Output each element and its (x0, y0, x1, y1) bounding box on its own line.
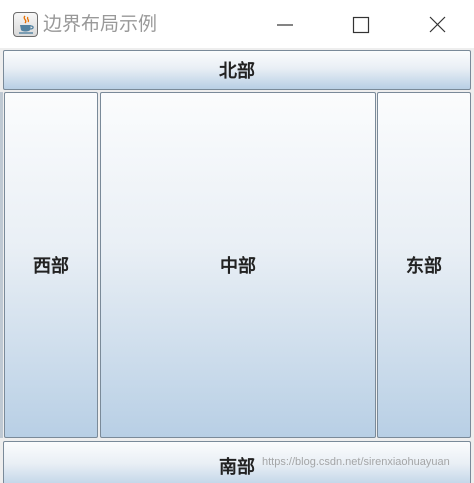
maximize-button[interactable] (333, 0, 389, 48)
maximize-icon (352, 16, 370, 34)
close-button[interactable] (409, 0, 465, 48)
center-button[interactable]: 中部 (100, 92, 376, 438)
border-layout-panel: 北部 西部 中部 东部 南部 (0, 48, 474, 483)
close-icon (429, 16, 446, 33)
minimize-icon (277, 24, 293, 26)
north-button[interactable]: 北部 (3, 50, 471, 90)
east-button[interactable]: 东部 (377, 92, 471, 438)
minimize-button[interactable] (257, 0, 313, 48)
window-title: 边界布局示例 (43, 13, 158, 35)
west-button[interactable]: 西部 (4, 92, 98, 438)
java-cup-icon[interactable] (13, 12, 38, 37)
app-window: 边界布局示例 北部 西部 中部 东部 南部 https://blog.csdn.… (0, 0, 474, 483)
panel-edge-divider (0, 92, 3, 438)
watermark-text: https://blog.csdn.net/sirenxiaohuayuan (262, 456, 450, 468)
title-bar[interactable]: 边界布局示例 (0, 0, 474, 48)
